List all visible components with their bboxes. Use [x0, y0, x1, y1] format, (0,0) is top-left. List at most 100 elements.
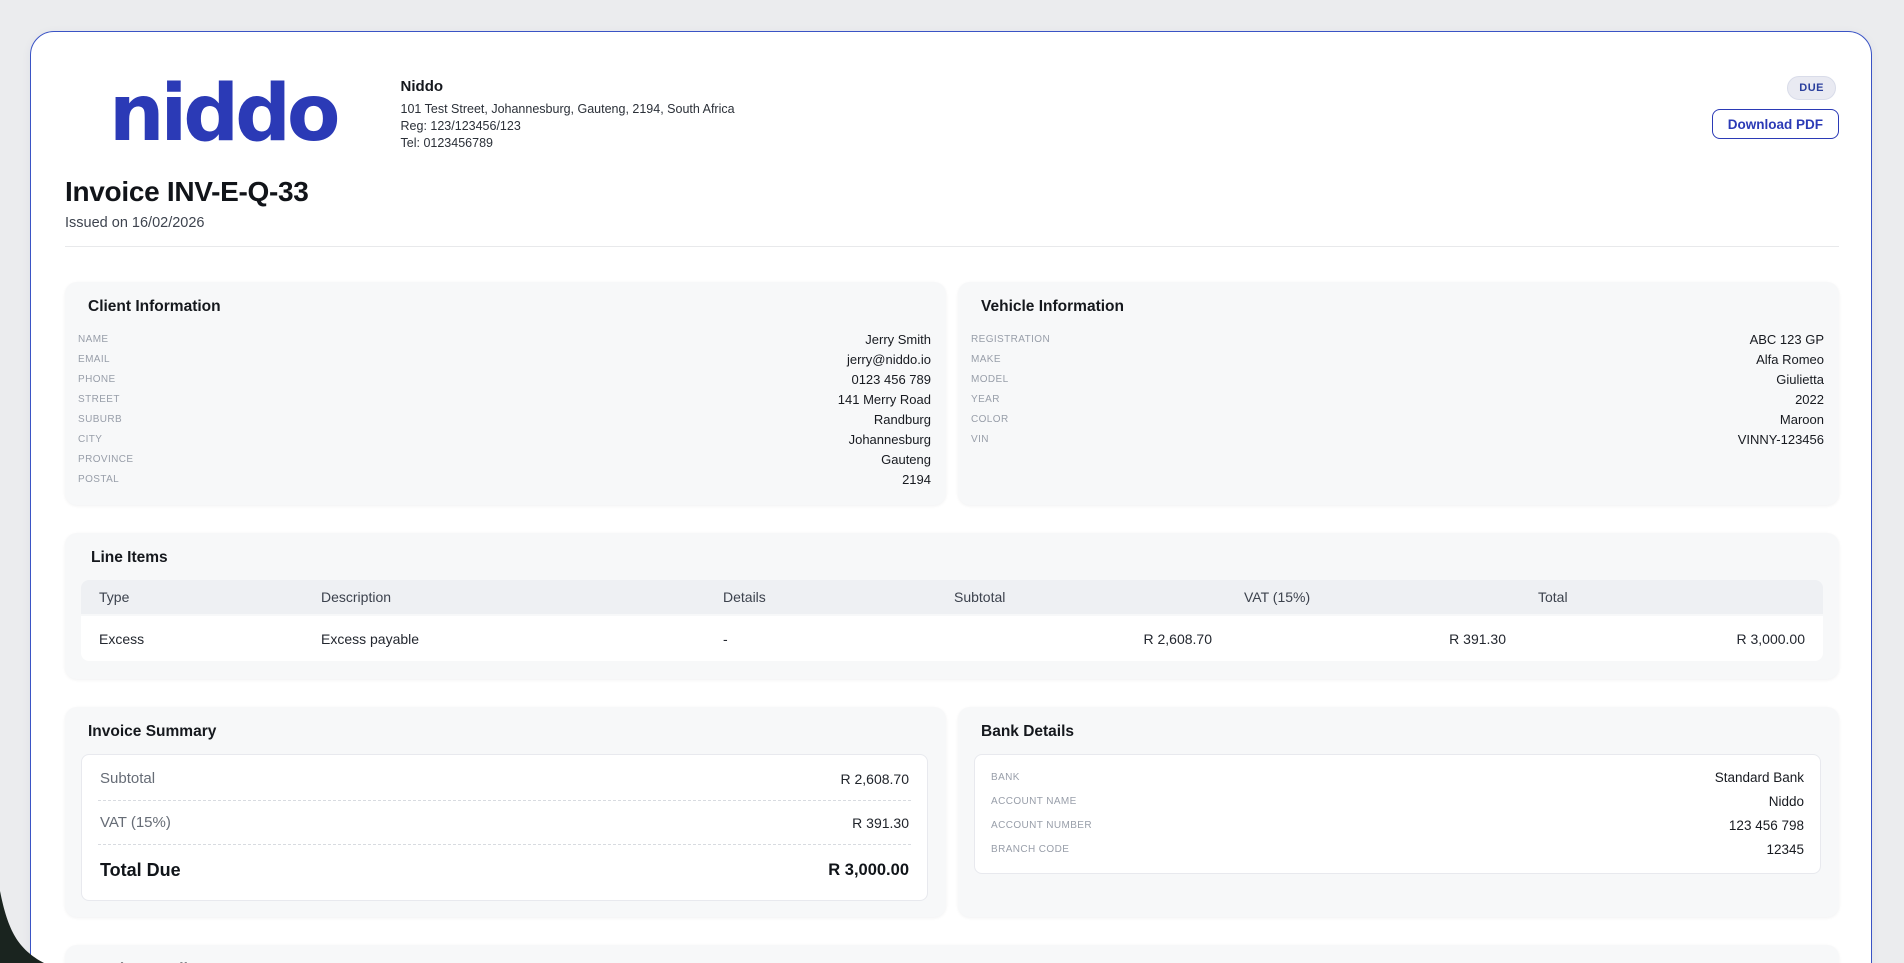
field-value: Standard Bank [1715, 770, 1804, 785]
bank-box: BANK Standard Bank ACCOUNT NAME Niddo ACCO… [974, 754, 1821, 874]
section-title: Line Items [81, 549, 1823, 567]
summary-label: Subtotal [100, 770, 155, 787]
bank-row: ACCOUNT NUMBER 123 456 798 [991, 813, 1804, 837]
field-label: BRANCH CODE [991, 844, 1069, 855]
column-header: Total [1538, 589, 1823, 605]
cell-details: - [723, 631, 954, 647]
total-due-label: Total Due [100, 860, 181, 881]
header-divider [65, 246, 1839, 247]
info-row: NAME Jerry Smith [78, 329, 931, 349]
field-label: SUBURB [78, 414, 122, 425]
field-value: ABC 123 GP [1750, 332, 1824, 347]
field-value: Gauteng [881, 452, 931, 467]
client-information-card: Client Information NAME Jerry Smith EMAIL… [65, 282, 946, 505]
field-value: Randburg [874, 412, 931, 427]
invoice-summary-card: Invoice Summary Subtotal R 2,608.70 VAT … [65, 707, 946, 917]
info-row: CITY Johannesburg [78, 429, 931, 449]
info-row: EMAILjerry@niddo.io [78, 349, 931, 369]
summary-row: VAT (15%) R 391.30 [98, 801, 911, 845]
field-value: 141 Merry Road [838, 392, 931, 407]
page-title: Invoice INV-E-Q-33 [65, 176, 1839, 208]
info-row: COLOR Maroon [971, 409, 1824, 429]
field-label: PHONE [78, 374, 116, 385]
field-value: 12345 [1766, 842, 1804, 857]
table-row: Excess Excess payable - R 2,608.70 R 391… [81, 616, 1823, 661]
vehicle-information-card: Vehicle Information REGISTRATION ABC 123 … [958, 282, 1839, 505]
info-row: STREET 141 Merry Road [78, 389, 931, 409]
info-row: YEAR 2022 [971, 389, 1824, 409]
field-label: COLOR [971, 414, 1009, 425]
cell-vat: R 391.30 [1244, 631, 1538, 647]
column-header: Details [723, 589, 954, 605]
field-label: MODEL [971, 374, 1009, 385]
field-label: CITY [78, 434, 102, 445]
info-row: PROVINCE Gauteng [78, 449, 931, 469]
company-logo: niddo [109, 74, 337, 154]
company-telephone: Tel: 0123456789 [401, 135, 735, 152]
cell-subtotal: R 2,608.70 [954, 631, 1244, 647]
section-title: Bank Details [971, 723, 1824, 741]
info-row: REGISTRATION ABC 123 GP [971, 329, 1824, 349]
column-header: VAT (15%) [1244, 589, 1538, 605]
corner-cursor-artifact [0, 885, 44, 963]
summary-row: Subtotal R 2,608.70 [98, 757, 911, 801]
field-label: YEAR [971, 394, 1000, 405]
field-label: MAKE [971, 354, 1001, 365]
line-items-header-row: Type Description Details Subtotal VAT (1… [81, 580, 1823, 614]
section-title: Vehicle Information [971, 298, 1824, 316]
info-row: POSTAL 2194 [78, 469, 931, 489]
summary-value: R 391.30 [852, 815, 909, 831]
page-background: niddo Niddo 101 Test Street, Johannesbur… [0, 0, 1904, 963]
summary-label: VAT (15%) [100, 814, 171, 831]
status-badge: DUE [1787, 76, 1836, 100]
total-due-value: R 3,000.00 [828, 861, 909, 880]
field-value: 123 456 798 [1729, 818, 1804, 833]
company-name: Niddo [401, 78, 735, 95]
field-label: ACCOUNT NAME [991, 796, 1077, 807]
info-row: MODEL Giulietta [971, 369, 1824, 389]
cell-type: Excess [99, 631, 321, 647]
company-info-block: Niddo 101 Test Street, Johannesburg, Gau… [401, 74, 735, 152]
section-title: Invoice Summary [78, 723, 931, 741]
field-value: Giulietta [1776, 372, 1824, 387]
field-label: PROVINCE [78, 454, 133, 465]
summary-box: Subtotal R 2,608.70 VAT (15%) R 391.30 T… [81, 754, 928, 901]
field-label: BANK [991, 772, 1020, 783]
field-label: STREET [78, 394, 120, 405]
header-actions: DUE Download PDF [1712, 74, 1839, 139]
field-label: NAME [78, 334, 109, 345]
download-pdf-button[interactable]: Download PDF [1712, 109, 1839, 139]
total-due-row: Total Due R 3,000.00 [98, 845, 911, 898]
line-items-card: Line Items Type Description Details Subt… [65, 533, 1839, 679]
field-value: 2022 [1795, 392, 1824, 407]
field-value: Maroon [1780, 412, 1824, 427]
field-value: Alfa Romeo [1756, 352, 1824, 367]
column-header: Subtotal [954, 589, 1244, 605]
info-row: SUBURB Randburg [78, 409, 931, 429]
cell-total: R 3,000.00 [1538, 631, 1823, 647]
section-title: Client Information [78, 298, 931, 316]
field-label: ACCOUNT NUMBER [991, 820, 1092, 831]
column-header: Type [99, 589, 321, 605]
field-value: Niddo [1769, 794, 1804, 809]
field-value: 2194 [902, 472, 931, 487]
field-value: jerry@niddo.io [847, 352, 931, 367]
company-registration: Reg: 123/123456/123 [401, 118, 735, 135]
field-value: VINNY-123456 [1738, 432, 1824, 447]
summary-value: R 2,608.70 [841, 771, 910, 787]
invoice-details-card: Invoice Details [65, 945, 1839, 963]
field-label: REGISTRATION [971, 334, 1050, 345]
field-value: Jerry Smith [865, 332, 931, 347]
issued-date: Issued on 16/02/2026 [65, 215, 1839, 231]
invoice-card: niddo Niddo 101 Test Street, Johannesbur… [30, 31, 1872, 963]
field-label: VIN [971, 434, 989, 445]
info-row: MAKE Alfa Romeo [971, 349, 1824, 369]
column-header: Description [321, 589, 723, 605]
bank-row: BANK Standard Bank [991, 765, 1804, 789]
info-row: PHONE0123 456 789 [78, 369, 931, 389]
field-value: Johannesburg [849, 432, 931, 447]
invoice-header: niddo Niddo 101 Test Street, Johannesbur… [65, 74, 1839, 154]
field-label: POSTAL [78, 474, 119, 485]
bank-row: BRANCH CODE 12345 [991, 837, 1804, 861]
company-address: 101 Test Street, Johannesburg, Gauteng, … [401, 101, 735, 118]
